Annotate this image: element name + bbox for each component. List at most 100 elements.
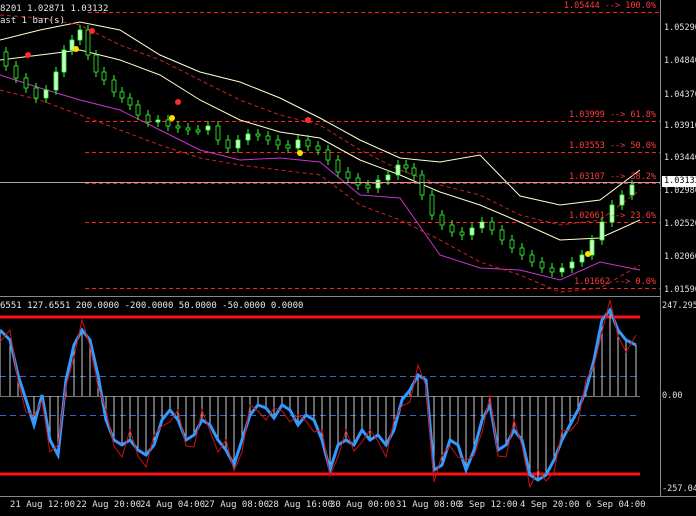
osc-axis-mid: 0.00 [662, 391, 683, 401]
price-axis-label: 1.03910 [664, 121, 696, 131]
candle-body [599, 221, 605, 241]
candle-body [195, 129, 201, 133]
chart-header-info: ast 1 bar(s) [0, 16, 66, 26]
candle-body [479, 221, 485, 229]
candle-body [255, 133, 261, 137]
candle-body [529, 254, 535, 263]
sell-signal-marker [89, 28, 95, 34]
candle-body [403, 164, 409, 169]
candle-body [33, 87, 39, 99]
time-axis-label: 21 Aug 12:00 [10, 500, 76, 510]
buy-signal-marker [169, 115, 175, 121]
candle-body [135, 104, 141, 116]
time-axis-label: 22 Aug 20:00 [76, 500, 142, 510]
time-axis-label: 4 Sep 20:00 [520, 500, 580, 510]
osc-main-line [0, 307, 637, 482]
candle-body [499, 229, 505, 241]
candle-body [355, 177, 361, 186]
fib-level-label: 1.05444 --> 100.0% [563, 1, 656, 11]
candle-body [429, 194, 435, 216]
candle-body [85, 29, 91, 56]
candle-body [295, 139, 301, 149]
candle-body [629, 184, 635, 196]
sell-signal-marker [25, 52, 31, 58]
candle-body [3, 51, 9, 67]
fib-level-label: 1.01662 --> 0.0% [574, 277, 656, 287]
candle-body [53, 71, 59, 91]
osc-axis-top: 247.2957 [662, 301, 696, 311]
candle-body [419, 174, 425, 196]
price-axis-label: 1.02060 [664, 252, 696, 262]
candle-body [345, 171, 351, 179]
candle-body [365, 184, 371, 189]
current-price-tag: 1.03132 [662, 176, 696, 187]
fib-level-label: 1.03553 --> 50.0% [569, 141, 656, 151]
candle-body [101, 71, 107, 81]
price-axis-label: 1.02520 [664, 219, 696, 229]
chart-canvas[interactable] [0, 0, 696, 516]
candle-body [111, 79, 117, 93]
candle-body [13, 65, 19, 79]
price-axis-label: 1.04840 [664, 56, 696, 66]
candle-body [305, 139, 311, 147]
candle-body [93, 54, 99, 73]
candle-body [275, 139, 281, 146]
sell-signal-marker [175, 99, 181, 105]
time-axis-label: 24 Aug 04:00 [140, 500, 206, 510]
price-axis-label: 1.05290 [664, 23, 696, 33]
candle-body [225, 139, 231, 149]
time-axis-label: 31 Aug 08:00 [396, 500, 462, 510]
candle-body [385, 174, 391, 181]
middle-band [0, 49, 641, 241]
time-axis-label: 27 Aug 08:00 [204, 500, 270, 510]
candle-body [285, 144, 291, 149]
lower-band [0, 74, 641, 281]
candle-body [469, 227, 475, 236]
candle-body [411, 167, 417, 176]
candle-body [185, 127, 191, 131]
candle-body [265, 135, 271, 141]
candle-body [549, 267, 555, 273]
candle-body [23, 77, 29, 89]
candle-body [165, 119, 171, 127]
price-axis-label: 1.03440 [664, 153, 696, 163]
osc-signal-line [0, 299, 637, 489]
sell-signal-marker [305, 117, 311, 123]
candle-body [215, 125, 221, 141]
candle-body [375, 179, 381, 189]
candle-body [205, 125, 211, 131]
candle-body [315, 145, 321, 151]
candle-body [579, 254, 585, 263]
upper-band [0, 21, 641, 206]
price-axis-label: 1.01590 [664, 285, 696, 295]
candle-body [619, 194, 625, 206]
candle-body [539, 261, 545, 269]
candle-body [509, 239, 515, 249]
price-axis-label: 1.02980 [664, 186, 696, 196]
candle-body [439, 214, 445, 226]
time-axis-label: 6 Sep 04:00 [586, 500, 646, 510]
candlesticks [3, 25, 635, 277]
candle-body [43, 89, 49, 99]
candle-body [489, 221, 495, 231]
candle-body [519, 247, 525, 256]
price-axis-label: 1.04370 [664, 90, 696, 100]
candle-body [61, 49, 67, 73]
chart-header-price: 8201 1.02871 1.03132 [0, 4, 109, 14]
buy-signal-marker [73, 46, 79, 52]
candle-body [77, 29, 83, 41]
candle-body [449, 224, 455, 233]
oscillator-pane[interactable] [0, 299, 640, 489]
time-axis-label: 3 Sep 12:00 [458, 500, 518, 510]
fib-level-label: 1.03107 --> 38.2% [569, 172, 656, 182]
buy-signal-marker [585, 251, 591, 257]
time-axis-label: 28 Aug 16:00 [268, 500, 334, 510]
candle-body [395, 164, 401, 176]
fib-level-label: 1.02661 --> 23.6% [569, 211, 656, 221]
upper-envelope [0, 14, 641, 226]
candle-body [235, 139, 241, 149]
candle-body [155, 119, 161, 123]
price-chart[interactable] [0, 12, 660, 293]
time-axis-label: 30 Aug 00:00 [330, 500, 396, 510]
oscillator-header: 6551 127.6551 200.0000 -200.0000 50.0000… [0, 301, 304, 311]
